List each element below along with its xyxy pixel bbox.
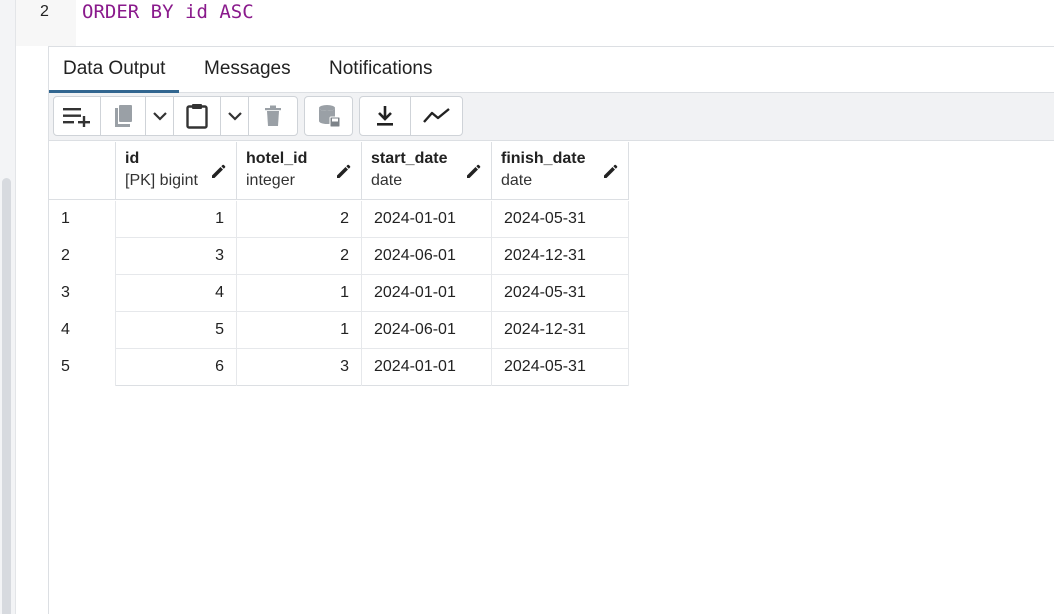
tab-label: Data Output bbox=[63, 58, 166, 79]
code-line[interactable]: ORDER BY id ASC bbox=[82, 1, 254, 23]
cell-finish-date[interactable]: 2024-05-31 bbox=[492, 201, 629, 238]
row-number-cell[interactable]: 4 bbox=[49, 312, 116, 349]
tab-label: Notifications bbox=[329, 58, 433, 79]
tab-data-output[interactable]: Data Output bbox=[49, 47, 180, 93]
cell-finish-date[interactable]: 2024-12-31 bbox=[492, 238, 629, 275]
download-button[interactable] bbox=[360, 97, 411, 135]
chevron-down-icon bbox=[227, 112, 242, 121]
save-data-button[interactable] bbox=[305, 97, 352, 135]
cell-hotel-id[interactable]: 2 bbox=[237, 238, 362, 275]
keyword-asc: ASC bbox=[219, 1, 254, 23]
cell-id[interactable]: 4 bbox=[116, 275, 237, 312]
copy-button[interactable] bbox=[101, 97, 146, 135]
paste-button[interactable] bbox=[174, 97, 221, 135]
chevron-down-icon bbox=[152, 112, 167, 121]
add-row-button[interactable] bbox=[54, 97, 101, 135]
edit-pencil-icon[interactable] bbox=[465, 162, 483, 180]
download-icon bbox=[377, 106, 393, 126]
cell-start-date[interactable]: 2024-01-01 bbox=[362, 275, 492, 312]
edit-pencil-icon[interactable] bbox=[335, 162, 353, 180]
cell-hotel-id[interactable]: 1 bbox=[237, 312, 362, 349]
results-tabs: Data Output Messages Notifications bbox=[49, 47, 1054, 93]
cell-finish-date[interactable]: 2024-05-31 bbox=[492, 349, 629, 386]
cell-hotel-id[interactable]: 2 bbox=[237, 201, 362, 238]
column-header-start-date[interactable]: start_date date bbox=[362, 142, 492, 200]
add-row-icon bbox=[63, 108, 90, 127]
keyword-order: ORDER bbox=[82, 1, 140, 23]
row-number-cell[interactable]: 5 bbox=[49, 349, 116, 386]
graph-visualiser-icon bbox=[422, 108, 450, 123]
cell-start-date[interactable]: 2024-06-01 bbox=[362, 312, 492, 349]
line-number-gutter: 2 bbox=[16, 0, 76, 46]
row-number-cell[interactable]: 1 bbox=[49, 201, 116, 238]
cell-start-date[interactable]: 2024-01-01 bbox=[362, 201, 492, 238]
results-panel: Data Output Messages Notifications id [P… bbox=[48, 46, 1054, 614]
edit-button-group bbox=[53, 96, 298, 136]
cell-hotel-id[interactable]: 1 bbox=[237, 275, 362, 312]
left-scrollbar[interactable] bbox=[2, 178, 11, 614]
left-gutter bbox=[0, 0, 16, 614]
column-header-id[interactable]: id [PK] bigint bbox=[116, 142, 237, 200]
export-group bbox=[359, 96, 463, 136]
edit-pencil-icon[interactable] bbox=[210, 162, 228, 180]
delete-icon bbox=[265, 105, 281, 126]
table-row[interactable]: 2 3 2 2024-06-01 2024-12-31 bbox=[49, 238, 629, 275]
tab-messages[interactable]: Messages bbox=[190, 47, 305, 93]
cell-id[interactable]: 3 bbox=[116, 238, 237, 275]
cell-start-date[interactable]: 2024-01-01 bbox=[362, 349, 492, 386]
graph-visualiser-button[interactable] bbox=[411, 97, 462, 135]
row-number-cell[interactable]: 3 bbox=[49, 275, 116, 312]
cell-finish-date[interactable]: 2024-05-31 bbox=[492, 275, 629, 312]
paste-icon bbox=[186, 104, 208, 129]
column-header-hotel-id[interactable]: hotel_id integer bbox=[237, 142, 362, 200]
save-group bbox=[304, 96, 353, 136]
results-toolbar bbox=[49, 93, 1054, 141]
copy-options-dropdown[interactable] bbox=[146, 97, 174, 135]
save-data-icon bbox=[318, 105, 340, 128]
copy-icon bbox=[115, 105, 132, 127]
tab-notifications[interactable]: Notifications bbox=[315, 47, 447, 93]
identifier-id: id bbox=[185, 1, 208, 23]
edit-pencil-icon[interactable] bbox=[602, 162, 620, 180]
table-row[interactable]: 1 1 2 2024-01-01 2024-05-31 bbox=[49, 201, 629, 238]
table-row[interactable]: 3 4 1 2024-01-01 2024-05-31 bbox=[49, 275, 629, 312]
keyword-by: BY bbox=[150, 1, 174, 23]
cell-finish-date[interactable]: 2024-12-31 bbox=[492, 312, 629, 349]
delete-button[interactable] bbox=[249, 97, 297, 135]
cell-hotel-id[interactable]: 3 bbox=[237, 349, 362, 386]
paste-options-dropdown[interactable] bbox=[221, 97, 249, 135]
table-row[interactable]: 4 5 1 2024-06-01 2024-12-31 bbox=[49, 312, 629, 349]
grid-header: id [PK] bigint hotel_id integer start_da… bbox=[49, 142, 629, 200]
table-row[interactable]: 5 6 3 2024-01-01 2024-05-31 bbox=[49, 349, 629, 386]
cell-id[interactable]: 6 bbox=[116, 349, 237, 386]
row-number-cell[interactable]: 2 bbox=[49, 238, 116, 275]
cell-id[interactable]: 5 bbox=[116, 312, 237, 349]
cell-id[interactable]: 1 bbox=[116, 201, 237, 238]
row-number-header[interactable] bbox=[49, 142, 116, 200]
tab-label: Messages bbox=[204, 58, 291, 79]
cell-start-date[interactable]: 2024-06-01 bbox=[362, 238, 492, 275]
column-header-finish-date[interactable]: finish_date date bbox=[492, 142, 629, 200]
line-number: 2 bbox=[40, 3, 49, 20]
sql-editor[interactable]: 2 ORDER BY id ASC bbox=[16, 0, 1054, 46]
